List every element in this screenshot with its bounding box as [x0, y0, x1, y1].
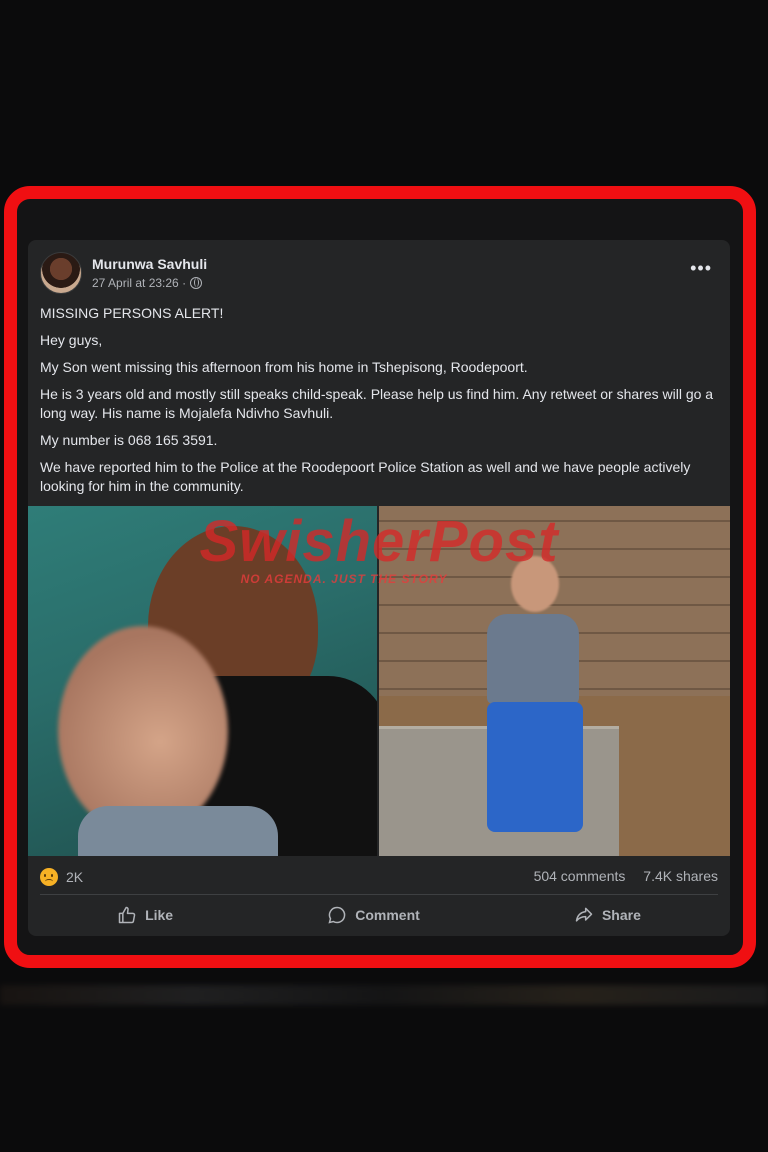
blurred-photo-strip	[0, 985, 768, 1005]
author-avatar[interactable]	[40, 252, 82, 294]
author-name[interactable]: Murunwa Savhuli	[92, 256, 207, 272]
photo-kid-shirt	[487, 614, 579, 704]
post-paragraph: He is 3 years old and mostly still speak…	[40, 386, 714, 421]
comment-button[interactable]: Comment	[327, 905, 420, 925]
thumbs-up-icon	[118, 906, 136, 924]
post-timestamp[interactable]: 27 April at 23:26 ·	[92, 276, 186, 290]
share-icon	[575, 907, 593, 922]
reactions[interactable]: 2K	[40, 868, 83, 886]
post-paragraph: We have reported him to the Police at th…	[40, 459, 691, 494]
photo-overall-shape	[78, 806, 278, 856]
photo-kid-head-blurred	[511, 556, 559, 612]
comment-icon	[328, 906, 346, 924]
post-paragraph: My number is 068 165 3591.	[40, 432, 218, 448]
post-meta: Murunwa Savhuli 27 April at 23:26 ·	[92, 256, 207, 290]
like-button[interactable]: Like	[117, 905, 173, 925]
post-time-row: 27 April at 23:26 ·	[92, 276, 207, 290]
engagement-counts: 504 comments 7.4K shares	[520, 868, 718, 886]
post-card: Murunwa Savhuli 27 April at 23:26 · ••• …	[28, 240, 730, 936]
photo-child-on-blocks[interactable]	[379, 506, 730, 856]
comment-label: Comment	[355, 907, 420, 923]
like-label: Like	[145, 907, 174, 923]
photo-kid-pants	[487, 702, 583, 832]
sad-reaction-icon	[40, 868, 58, 886]
shares-count[interactable]: 7.4K shares	[643, 868, 718, 884]
post-body: MISSING PERSONS ALERT! Hey guys, My Son …	[40, 304, 716, 504]
photo-mother-and-child[interactable]	[28, 506, 377, 856]
more-options-icon[interactable]: •••	[690, 258, 712, 279]
action-bar: Like Comment Share	[40, 900, 718, 930]
post-stats: 2K 504 comments 7.4K shares	[40, 868, 718, 886]
share-button[interactable]: Share	[574, 905, 641, 925]
post-paragraph: Hey guys,	[40, 332, 103, 348]
reactions-count: 2K	[66, 869, 84, 885]
comments-count[interactable]: 504 comments	[534, 868, 626, 884]
post-header: Murunwa Savhuli 27 April at 23:26 ·	[40, 252, 207, 294]
divider	[40, 894, 718, 895]
post-paragraph: My Son went missing this afternoon from …	[40, 359, 528, 375]
photo-child-blurred	[58, 626, 228, 836]
share-label: Share	[601, 907, 641, 923]
globe-icon	[190, 277, 203, 289]
post-photos	[28, 506, 730, 856]
post-paragraph: MISSING PERSONS ALERT!	[40, 305, 224, 321]
